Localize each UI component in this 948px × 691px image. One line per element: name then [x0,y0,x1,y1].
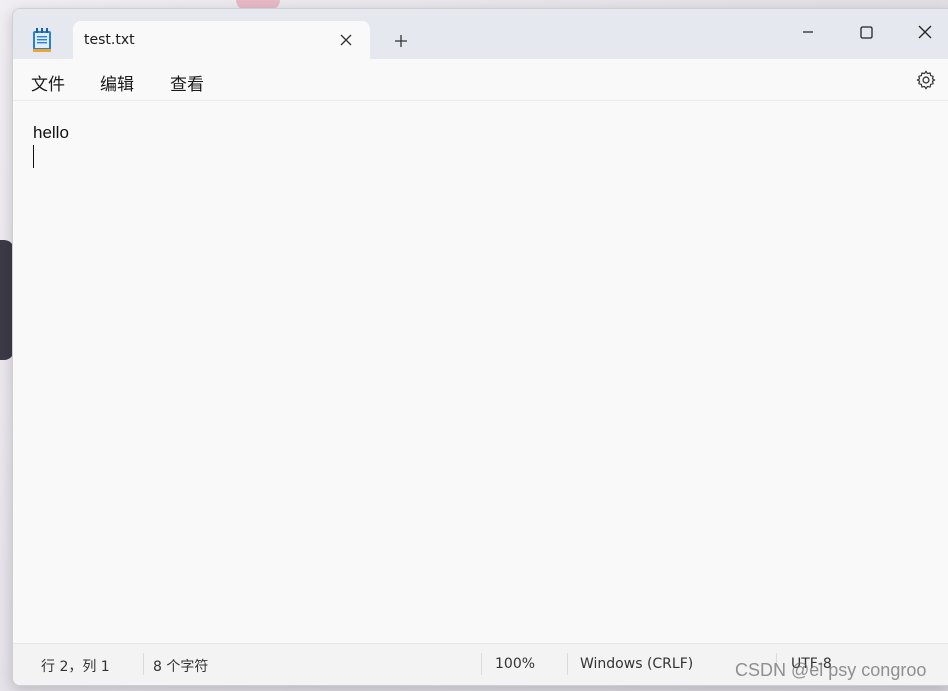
status-divider [481,653,482,675]
status-divider [143,653,144,675]
cursor-position: 行 2，列 1 [41,659,110,675]
menu-edit[interactable]: 编辑 [100,70,134,95]
notepad-app-icon [31,27,53,53]
csdn-watermark: CSDN @el psy congroo [735,660,927,680]
character-count: 8 个字符 [153,659,209,675]
text-editor[interactable]: hello [13,101,948,644]
new-tab-button[interactable] [389,29,413,53]
settings-button[interactable] [915,69,937,91]
close-icon [918,25,932,39]
zoom-level[interactable]: 100% [495,656,535,672]
close-window-button[interactable] [902,15,948,49]
maximize-button[interactable] [843,15,889,49]
text-caret [33,145,34,168]
line-ending[interactable]: Windows (CRLF) [580,656,693,672]
menu-file[interactable]: 文件 [31,70,65,95]
title-bar: test.txt [13,9,948,60]
menu-view[interactable]: 查看 [170,70,204,95]
status-divider [567,653,568,675]
maximize-icon [859,25,873,39]
close-tab-button[interactable] [335,29,357,51]
minimize-button[interactable] [785,15,831,49]
minimize-icon [803,31,813,33]
notepad-window: test.txt 文件 编辑 查看 hello 行 2，列 1 8 个字符 10… [12,8,948,686]
tab-title: test.txt [84,32,135,48]
menu-bar: 文件 编辑 查看 [13,59,948,101]
gear-icon [916,70,936,90]
editor-line-1: hello [33,123,69,142]
plus-icon [395,35,407,47]
tab-test-txt[interactable]: test.txt [73,21,370,60]
close-icon [340,34,352,46]
